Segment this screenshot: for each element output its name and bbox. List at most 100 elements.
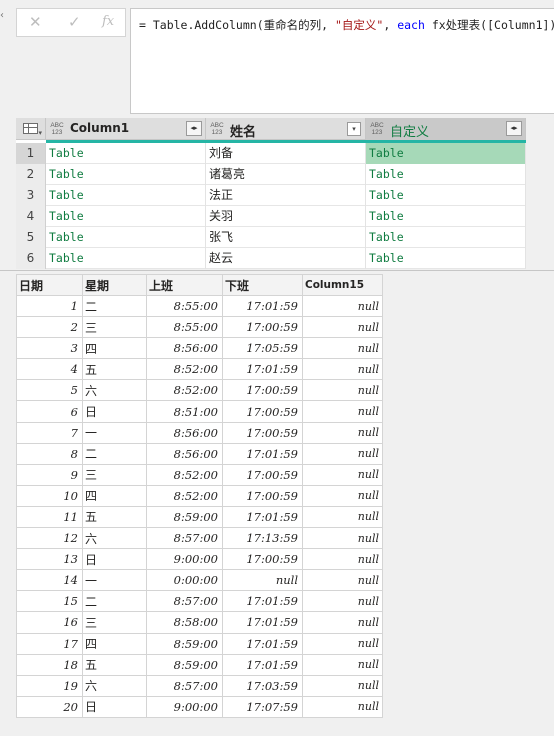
clock-out-cell[interactable]: 17:00:59: [222, 421, 303, 444]
clock-in-cell[interactable]: 8:52:00: [146, 484, 223, 507]
table-link[interactable]: Table: [369, 230, 404, 244]
clock-out-cell[interactable]: 17:01:59: [222, 653, 303, 676]
header-date[interactable]: 日期: [16, 274, 83, 296]
column15-cell[interactable]: null: [302, 695, 383, 719]
clock-in-cell[interactable]: 8:57:00: [146, 527, 223, 550]
column15-cell[interactable]: null: [302, 442, 383, 465]
date-cell[interactable]: 19: [16, 674, 83, 697]
column15-cell[interactable]: null: [302, 400, 383, 423]
weekday-cell[interactable]: 二: [82, 442, 147, 465]
clock-in-cell[interactable]: 8:57:00: [146, 590, 223, 613]
custom-cell[interactable]: Table: [366, 143, 526, 164]
clock-in-cell[interactable]: 8:55:00: [146, 294, 223, 318]
clock-in-cell[interactable]: 0:00:00: [146, 569, 223, 592]
column15-cell[interactable]: null: [302, 611, 383, 634]
weekday-cell[interactable]: 日: [82, 695, 147, 719]
weekday-cell[interactable]: 五: [82, 653, 147, 676]
column15-cell[interactable]: null: [302, 463, 383, 486]
table-row[interactable]: 6 Table 赵云 Table: [16, 248, 526, 269]
custom-cell[interactable]: Table: [366, 185, 526, 206]
column15-cell[interactable]: null: [302, 590, 383, 613]
clock-out-cell[interactable]: 17:01:59: [222, 505, 303, 529]
clock-in-cell[interactable]: 8:52:00: [146, 463, 223, 486]
any-type-icon[interactable]: ABC 123: [210, 122, 224, 136]
weekday-cell[interactable]: 六: [82, 674, 147, 697]
column15-cell[interactable]: null: [302, 632, 383, 655]
table-link[interactable]: Table: [369, 167, 404, 181]
table-row[interactable]: 3 Table 法正 Table: [16, 185, 526, 206]
table-link[interactable]: Table: [49, 209, 84, 223]
clock-in-cell[interactable]: 8:56:00: [146, 442, 223, 465]
clock-in-cell[interactable]: 8:57:00: [146, 674, 223, 697]
date-cell[interactable]: 17: [16, 632, 83, 655]
column1-cell[interactable]: Table: [46, 206, 206, 227]
clock-in-cell[interactable]: 8:51:00: [146, 400, 223, 423]
clock-out-cell[interactable]: 17:01:59: [222, 294, 303, 318]
clock-out-cell[interactable]: 17:13:59: [222, 527, 303, 550]
weekday-cell[interactable]: 日: [82, 400, 147, 423]
clock-out-cell[interactable]: 17:07:59: [222, 695, 303, 719]
date-cell[interactable]: 2: [16, 316, 83, 339]
clock-in-cell[interactable]: 8:56:00: [146, 421, 223, 444]
row-number[interactable]: 1: [16, 143, 46, 164]
weekday-cell[interactable]: 一: [82, 421, 147, 444]
clock-in-cell[interactable]: 8:59:00: [146, 505, 223, 529]
clock-in-cell[interactable]: 8:59:00: [146, 632, 223, 655]
header-weekday[interactable]: 星期: [82, 274, 147, 296]
weekday-cell[interactable]: 三: [82, 316, 147, 339]
weekday-cell[interactable]: 六: [82, 379, 147, 402]
column15-cell[interactable]: null: [302, 379, 383, 402]
date-cell[interactable]: 12: [16, 527, 83, 550]
fx-icon[interactable]: fx: [102, 13, 114, 31]
date-cell[interactable]: 20: [16, 695, 83, 719]
column-header-custom[interactable]: ABC 123 自定义 ◂▸: [366, 118, 526, 140]
column-header-name[interactable]: ABC 123 姓名 ▾: [206, 118, 366, 140]
custom-cell[interactable]: Table: [366, 206, 526, 227]
cancel-icon[interactable]: ✕: [29, 13, 42, 31]
row-number[interactable]: 3: [16, 185, 46, 206]
clock-in-cell[interactable]: 9:00:00: [146, 695, 223, 719]
weekday-cell[interactable]: 五: [82, 505, 147, 529]
row-number[interactable]: 4: [16, 206, 46, 227]
clock-in-cell[interactable]: 8:58:00: [146, 611, 223, 634]
expand-column-icon[interactable]: ◂▸: [506, 121, 522, 136]
weekday-cell[interactable]: 四: [82, 632, 147, 655]
column15-cell[interactable]: null: [302, 337, 383, 360]
date-cell[interactable]: 1: [16, 294, 83, 318]
name-cell[interactable]: 关羽: [206, 206, 366, 227]
clock-out-cell[interactable]: 17:01:59: [222, 611, 303, 634]
weekday-cell[interactable]: 三: [82, 611, 147, 634]
pane-divider[interactable]: [0, 270, 554, 271]
clock-out-cell[interactable]: 17:00:59: [222, 463, 303, 486]
date-cell[interactable]: 7: [16, 421, 83, 444]
custom-cell[interactable]: Table: [366, 248, 526, 269]
date-cell[interactable]: 11: [16, 505, 83, 529]
name-cell[interactable]: 刘备: [206, 143, 366, 164]
column15-cell[interactable]: null: [302, 548, 383, 571]
clock-out-cell[interactable]: 17:01:59: [222, 590, 303, 613]
date-cell[interactable]: 3: [16, 337, 83, 360]
collapse-chevron-icon[interactable]: ‹: [0, 10, 6, 21]
date-cell[interactable]: 4: [16, 358, 83, 381]
name-cell[interactable]: 诸葛亮: [206, 164, 366, 185]
column15-cell[interactable]: null: [302, 674, 383, 697]
clock-out-cell[interactable]: null: [222, 569, 303, 592]
clock-out-cell[interactable]: 17:01:59: [222, 358, 303, 381]
weekday-cell[interactable]: 四: [82, 337, 147, 360]
column15-cell[interactable]: null: [302, 484, 383, 507]
weekday-cell[interactable]: 二: [82, 590, 147, 613]
custom-cell[interactable]: Table: [366, 227, 526, 248]
clock-out-cell[interactable]: 17:00:59: [222, 484, 303, 507]
table-row[interactable]: 2 Table 诸葛亮 Table: [16, 164, 526, 185]
date-cell[interactable]: 9: [16, 463, 83, 486]
clock-in-cell[interactable]: 8:55:00: [146, 316, 223, 339]
confirm-icon[interactable]: ✓: [68, 13, 81, 31]
name-cell[interactable]: 张飞: [206, 227, 366, 248]
weekday-cell[interactable]: 三: [82, 463, 147, 486]
date-cell[interactable]: 8: [16, 442, 83, 465]
clock-out-cell[interactable]: 17:01:59: [222, 442, 303, 465]
column1-cell[interactable]: Table: [46, 227, 206, 248]
table-row[interactable]: 1 Table 刘备 Table: [16, 143, 526, 164]
formula-text[interactable]: = Table.AddColumn(重命名的列, "自定义", each fx处…: [139, 17, 554, 33]
table-link[interactable]: Table: [369, 251, 404, 265]
